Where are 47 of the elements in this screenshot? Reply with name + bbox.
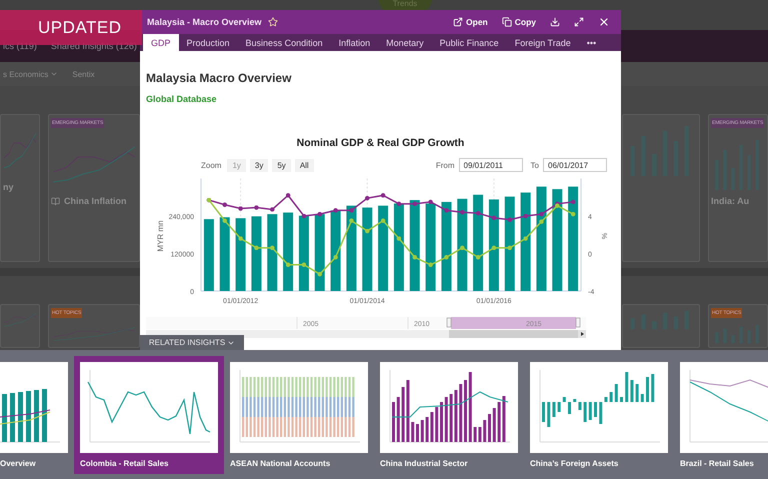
from-label: From	[436, 160, 455, 170]
range-handle[interactable]	[576, 318, 580, 328]
insight-card[interactable]: China Industrial Sector	[374, 356, 524, 474]
scroll-right-button[interactable]	[578, 330, 586, 338]
tab[interactable]: Production	[178, 34, 238, 51]
to-label: To	[530, 160, 539, 170]
from-date-field[interactable]: 09/01/2011	[458, 158, 523, 172]
download-icon	[550, 17, 560, 27]
star-icon[interactable]	[268, 17, 278, 27]
close-icon	[598, 16, 610, 28]
insight-card[interactable]: Colombia - Retail Sales	[74, 356, 224, 474]
open-icon	[453, 17, 464, 27]
modal-title: Malaysia - Macro Overview	[147, 17, 262, 27]
tab[interactable]: Inflation	[330, 34, 378, 51]
zoom-button[interactable]: All	[294, 158, 314, 172]
insight-card[interactable]: China’s Foreign Assets	[524, 356, 674, 474]
tab[interactable]: Foreign Trade	[506, 34, 579, 51]
to-date-field[interactable]: 06/01/2017	[543, 158, 607, 172]
tab[interactable]: Business Condition	[238, 34, 331, 51]
expand-icon	[574, 17, 584, 27]
card-title: India: Au	[711, 196, 750, 206]
related-insights-tab[interactable]: RELATED INSIGHTS	[140, 335, 244, 350]
zoom-label: Zoom	[201, 160, 222, 170]
tab[interactable]: •••	[578, 34, 604, 51]
open-button[interactable]: Open	[449, 17, 492, 27]
copy-button[interactable]: Copy	[498, 17, 540, 27]
zoom-button[interactable]: 3y	[250, 158, 268, 172]
card-title: China Inflation	[64, 196, 126, 206]
chart-bar	[204, 219, 214, 291]
caret-icon	[50, 70, 58, 78]
source-label: Global Database	[146, 94, 218, 104]
tab[interactable]: GDP	[143, 34, 179, 51]
insight-card[interactable]: Brazil - Retail Sales	[674, 356, 768, 474]
copy-icon	[502, 17, 512, 27]
tab[interactable]: Monetary	[378, 34, 432, 51]
axis-title: MYR mn	[156, 220, 165, 252]
zoom-button[interactable]: 5y	[272, 158, 291, 172]
card-title: ny	[3, 182, 14, 192]
scrollbar[interactable]	[146, 330, 578, 338]
book-icon	[51, 196, 60, 206]
insight-card[interactable]: Overview	[0, 356, 74, 474]
range-handle[interactable]	[446, 318, 452, 328]
insight-card[interactable]: ASEAN National Accounts	[224, 356, 374, 474]
chart-title: Nominal GDP & Real GDP Growth	[296, 137, 466, 149]
updated-ribbon: UPDATED	[0, 10, 142, 45]
page-heading: Malaysia Macro Overview	[146, 71, 292, 85]
tab[interactable]: Public Finance	[432, 34, 507, 51]
